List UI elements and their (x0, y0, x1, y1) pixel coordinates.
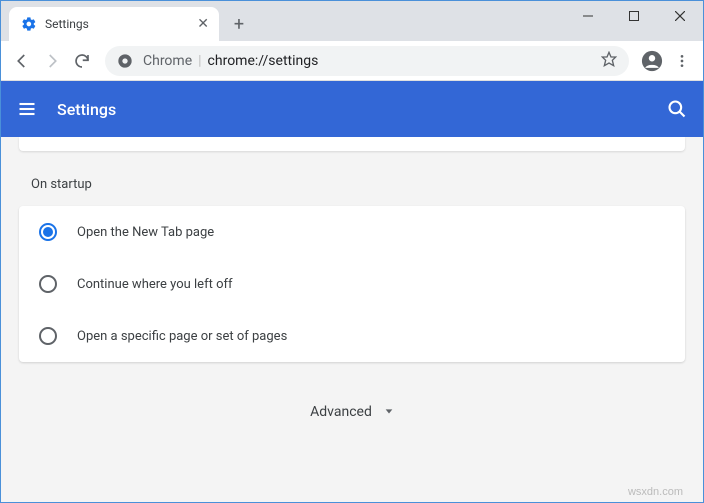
chrome-icon (117, 53, 133, 69)
startup-options-card: Open the New Tab page Continue where you… (19, 206, 685, 362)
option-label: Open the New Tab page (77, 225, 214, 240)
tab-close-icon[interactable]: ✕ (197, 16, 209, 32)
option-label: Continue where you left off (77, 277, 233, 292)
hamburger-menu-icon[interactable] (17, 99, 37, 119)
advanced-label: Advanced (310, 404, 372, 420)
radio-selected-icon (39, 223, 57, 241)
omnibox-separator: | (198, 53, 201, 69)
chevron-down-icon (384, 404, 394, 420)
browser-tab[interactable]: Settings ✕ (9, 7, 219, 41)
bookmark-star-icon[interactable] (601, 51, 617, 71)
settings-header: Settings (1, 81, 703, 137)
reload-button[interactable] (67, 46, 97, 76)
account-icon[interactable] (637, 46, 667, 76)
window-close-button[interactable] (657, 1, 703, 31)
window-maximize-button[interactable] (611, 1, 657, 31)
omnibox-source: Chrome (143, 53, 192, 69)
forward-button[interactable] (37, 46, 67, 76)
watermark: wsxdn.com (628, 486, 683, 498)
settings-content: On startup Open the New Tab page Continu… (1, 137, 703, 502)
window-controls (565, 1, 703, 31)
settings-gear-icon (21, 16, 37, 32)
radio-unselected-icon (39, 327, 57, 345)
page-title: Settings (57, 100, 667, 119)
browser-toolbar: Chrome | chrome://settings (1, 41, 703, 81)
previous-section-card (19, 137, 685, 151)
advanced-toggle[interactable]: Advanced (29, 404, 675, 420)
title-bar: Settings ✕ + (1, 1, 703, 41)
back-button[interactable] (7, 46, 37, 76)
window-minimize-button[interactable] (565, 1, 611, 31)
option-label: Open a specific page or set of pages (77, 329, 287, 344)
browser-menu-icon[interactable] (667, 46, 697, 76)
startup-option-continue[interactable]: Continue where you left off (19, 258, 685, 310)
search-icon[interactable] (667, 99, 687, 119)
section-title: On startup (31, 177, 675, 192)
startup-option-new-tab[interactable]: Open the New Tab page (19, 206, 685, 258)
address-bar[interactable]: Chrome | chrome://settings (105, 46, 629, 76)
new-tab-button[interactable]: + (225, 10, 253, 38)
radio-unselected-icon (39, 275, 57, 293)
startup-option-specific-pages[interactable]: Open a specific page or set of pages (19, 310, 685, 362)
omnibox-url: chrome://settings (208, 53, 319, 69)
tab-title: Settings (45, 17, 89, 31)
